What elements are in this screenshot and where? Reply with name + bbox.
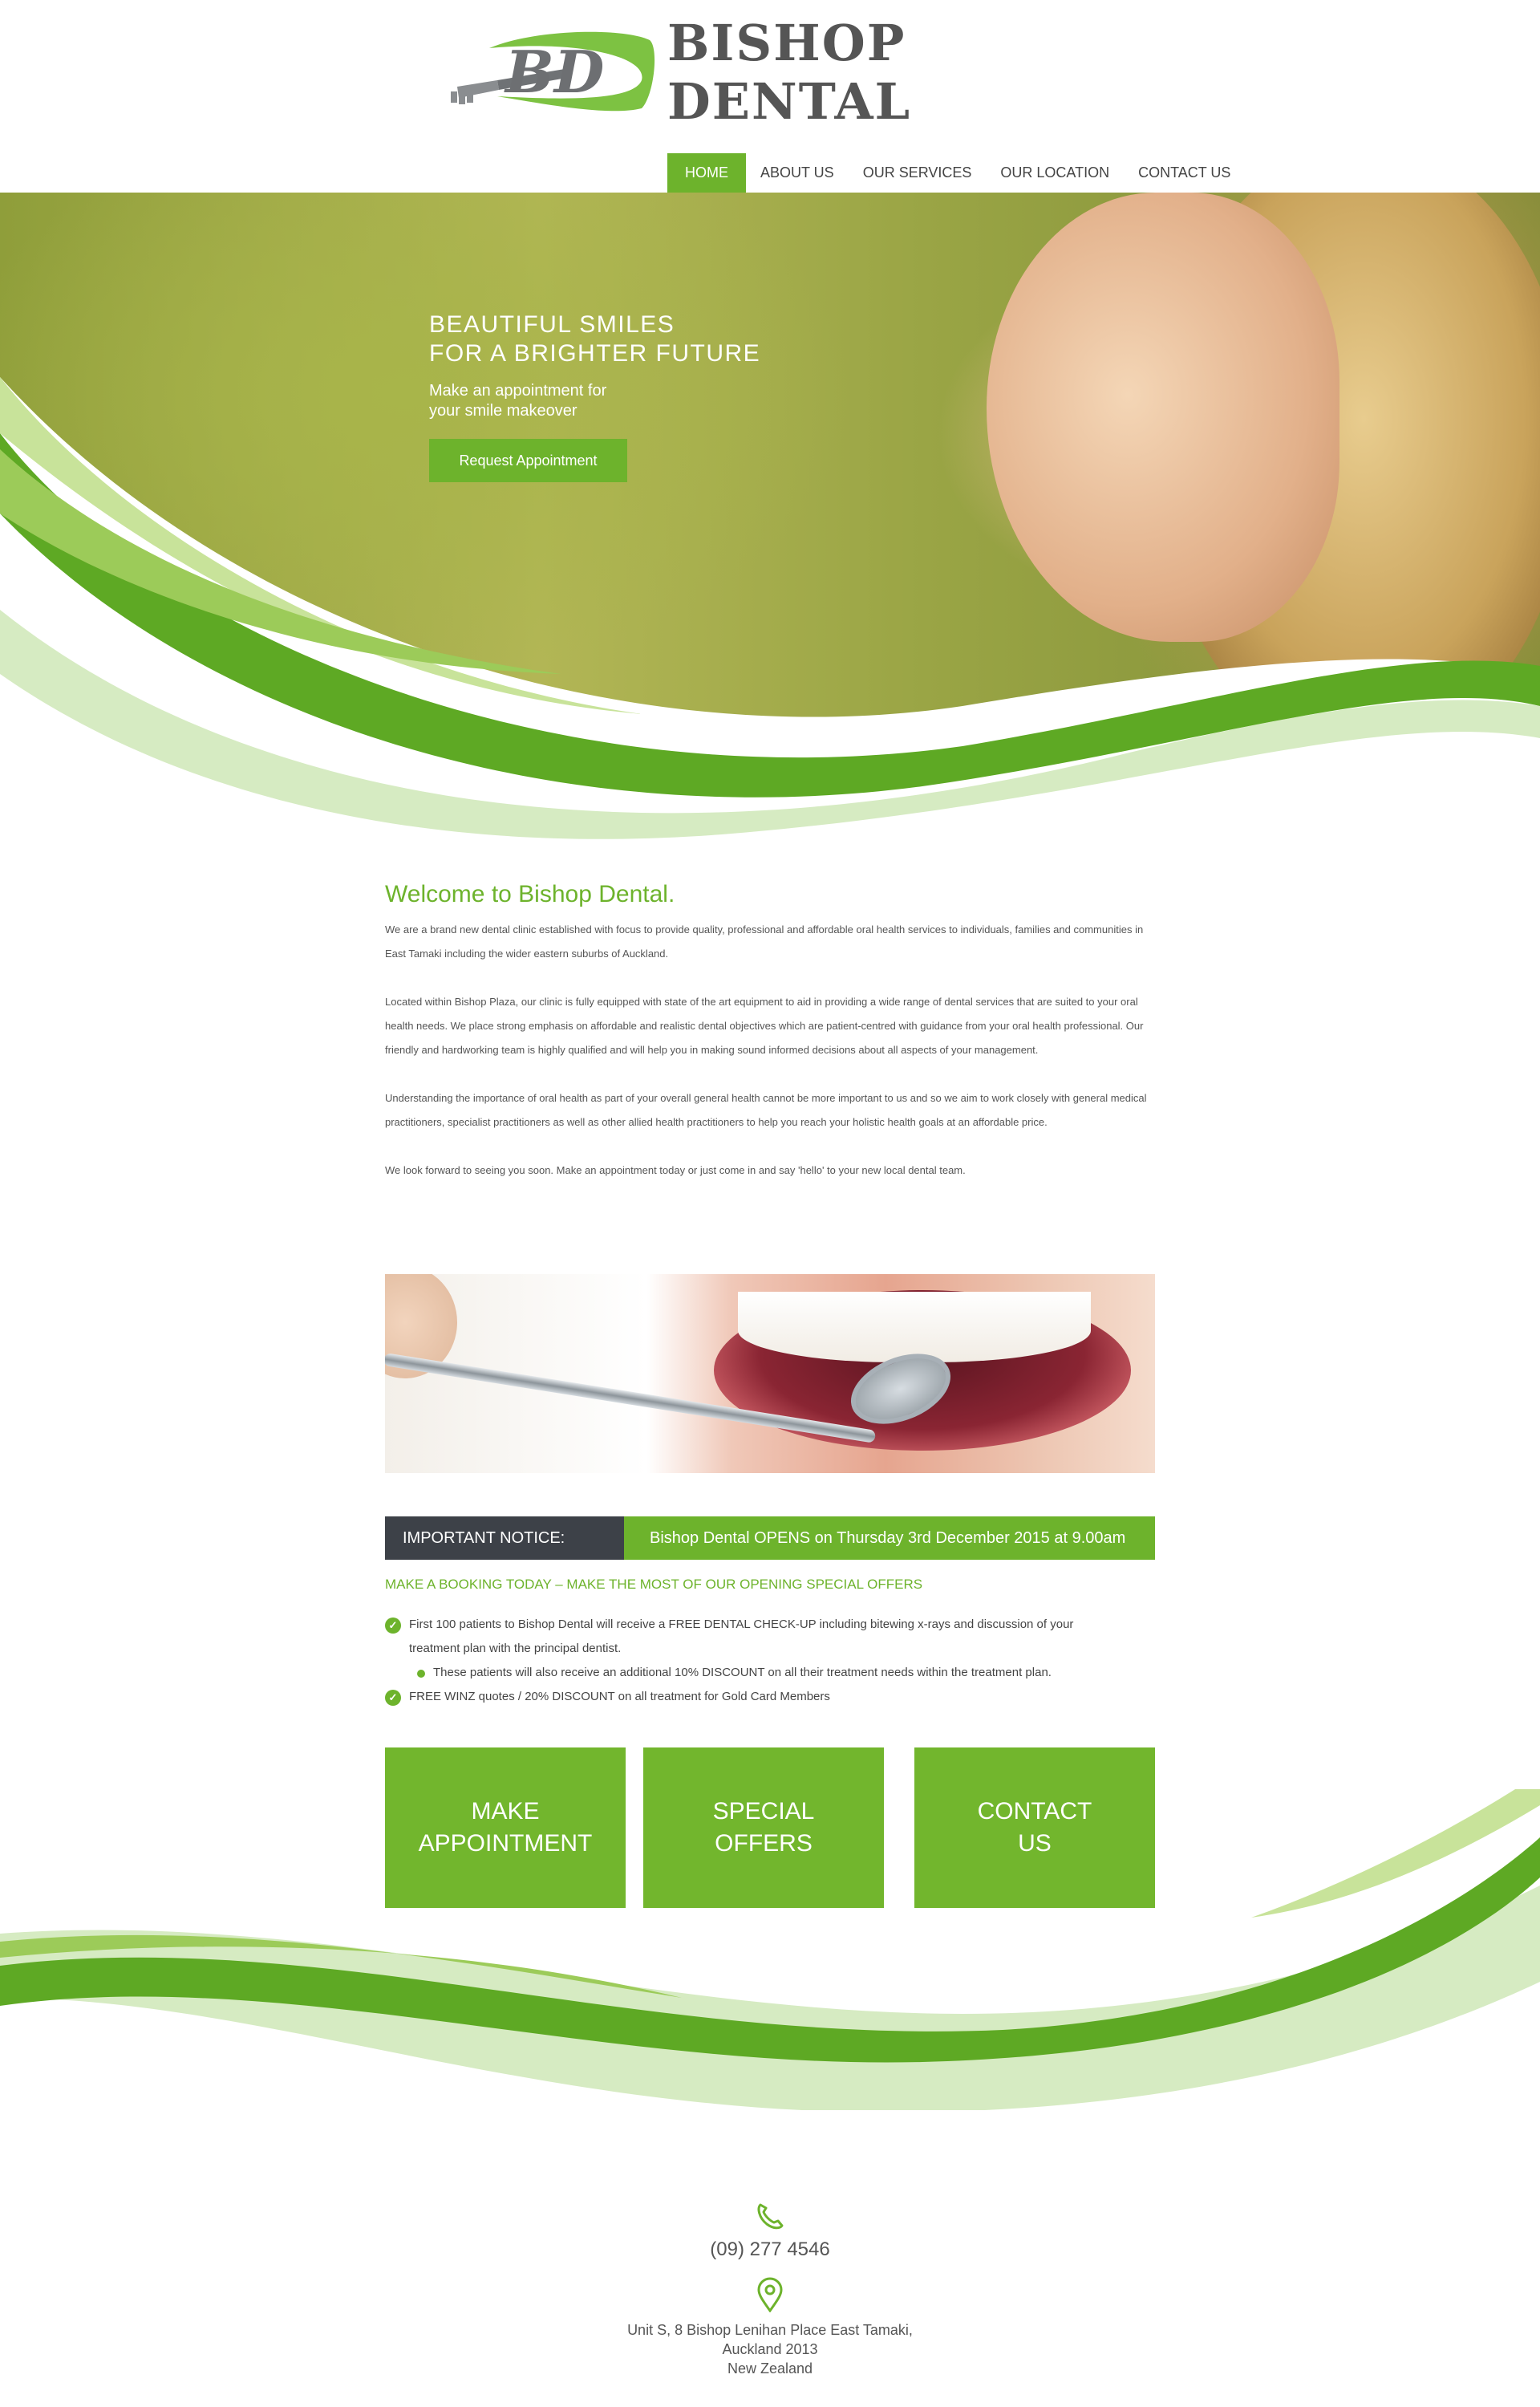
welcome-title: Welcome to Bishop Dental. — [385, 881, 675, 907]
main-nav: HOME ABOUT US OUR SERVICES OUR LOCATION … — [667, 153, 1245, 193]
footer-address-line: Auckland 2013 — [722, 2341, 818, 2357]
important-notice-bar: IMPORTANT NOTICE: Bishop Dental OPENS on… — [385, 1516, 1155, 1560]
bullet-icon — [417, 1670, 425, 1678]
list-item: ✓ FREE WINZ quotes / 20% DISCOUNT on all… — [385, 1685, 1155, 1709]
list-item: These patients will also receive an addi… — [385, 1661, 1155, 1685]
brand-name: BISHOP DENTAL — [667, 14, 912, 131]
nav-home[interactable]: HOME — [667, 153, 746, 193]
footer-wave-decoration — [0, 1789, 1540, 2110]
nav-about-us[interactable]: ABOUT US — [746, 153, 849, 193]
welcome-paragraph: We look forward to seeing you soon. Make… — [385, 1164, 966, 1176]
welcome-section: Welcome to Bishop Dental. We are a brand… — [385, 881, 1155, 1183]
hero-wave-decoration — [0, 377, 1540, 850]
svg-text:BD: BD — [504, 38, 604, 106]
logo[interactable]: BD BISHOP DENTAL — [449, 14, 1107, 131]
nav-contact-us[interactable]: CONTACT US — [1124, 153, 1245, 193]
welcome-paragraph: Located within Bishop Plaza, our clinic … — [385, 996, 1144, 1056]
nav-our-location[interactable]: OUR LOCATION — [986, 153, 1124, 193]
notice-label: IMPORTANT NOTICE: — [385, 1516, 624, 1560]
site-header: BD BISHOP DENTAL HOME ABOUT US OUR SERVI… — [0, 0, 1540, 193]
booking-heading: MAKE A BOOKING TODAY – MAKE THE MOST OF … — [385, 1577, 923, 1592]
footer-phone[interactable]: (09) 277 4546 — [0, 2239, 1540, 2261]
welcome-paragraph: We are a brand new dental clinic establi… — [385, 923, 1144, 960]
check-icon: ✓ — [385, 1618, 401, 1634]
phone-icon — [757, 2203, 784, 2230]
hero-banner: BEAUTIFUL SMILES FOR A BRIGHTER FUTURE M… — [0, 193, 1540, 850]
welcome-paragraph: Understanding the importance of oral hea… — [385, 1092, 1147, 1128]
toothbrush-logo-icon: BD — [451, 31, 655, 112]
dental-mirror-photo — [385, 1274, 1155, 1473]
footer-address-line: Unit S, 8 Bishop Lenihan Place East Tama… — [627, 2322, 913, 2338]
list-item: ✓ First 100 patients to Bishop Dental wi… — [385, 1613, 1155, 1661]
nav-our-services[interactable]: OUR SERVICES — [849, 153, 987, 193]
footer-address-line: New Zealand — [727, 2360, 813, 2377]
notice-text: Bishop Dental OPENS on Thursday 3rd Dece… — [624, 1516, 1155, 1560]
location-pin-icon — [757, 2277, 783, 2312]
offers-list: ✓ First 100 patients to Bishop Dental wi… — [385, 1613, 1155, 1709]
logo-mark: BD — [449, 24, 658, 120]
check-icon: ✓ — [385, 1690, 401, 1706]
